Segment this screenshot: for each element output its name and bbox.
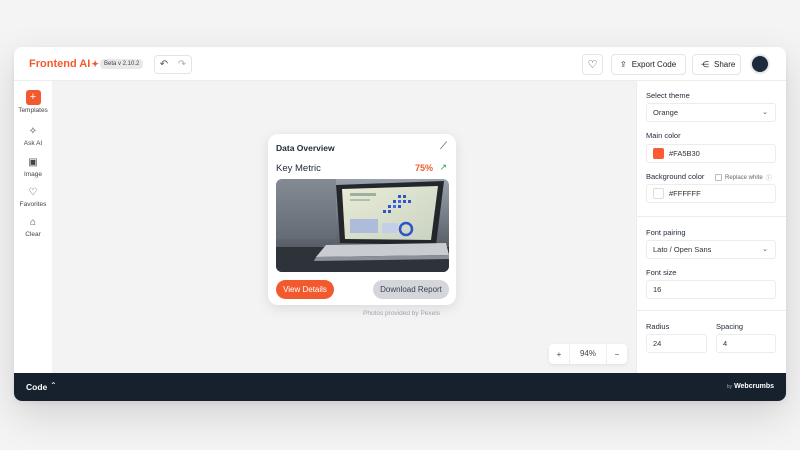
trend-up-icon: ↗ [439,162,447,172]
main-color-field[interactable]: #FA5B30 [646,144,776,163]
sidebar-item-ask-ai[interactable]: ✧ Ask AI [14,126,52,147]
replace-white-toggle[interactable]: Replace white ⓘ [715,173,772,182]
font-size-input[interactable]: 16 [646,280,776,299]
background-color-value: #FFFFFF [669,189,701,198]
panel-divider [637,216,786,217]
redo-icon[interactable]: ↷ [178,59,186,70]
font-size-label: Font size [646,268,677,277]
export-code-label: Export Code [631,60,677,69]
version-badge: Beta v 2.10.2 [100,59,144,69]
zoom-in-button[interactable]: + [549,350,569,359]
theme-select[interactable]: Orange ⌄ [646,103,776,122]
sidebar-item-favorites[interactable]: ♡ Favorites [14,187,52,208]
background-color-swatch[interactable] [653,187,664,199]
font-pairing-label: Font pairing [646,228,686,237]
laptop-illustration [276,179,449,272]
panel-divider [637,310,786,311]
brand-by: by [726,384,733,390]
code-toggle-label[interactable]: Code [26,382,47,392]
top-bar: Frontend AI✦ Beta v 2.10.2 ↶ ↷ ♡ ⇪ Expor… [14,47,786,81]
heart-icon: ♡ [28,187,38,198]
history-controls: ↶ ↷ [154,55,192,74]
chevron-down-icon: ⌄ [762,109,768,116]
laptop-photo [276,179,449,272]
main-color-label: Main color [646,131,681,140]
sidebar-item-image[interactable]: ▣ Image [14,157,52,178]
sidebar-item-clear[interactable]: ⌂ Clear [14,217,52,238]
chevron-up-icon[interactable]: ⌃ [50,381,57,390]
trash-icon: ⌂ [29,217,37,228]
main-color-value: #FA5B30 [669,149,700,158]
app-window: Frontend AI✦ Beta v 2.10.2 ↶ ↷ ♡ ⇪ Expor… [14,47,786,401]
logo-text: Frontend AI [29,58,91,70]
favorite-button[interactable]: ♡ [582,54,603,75]
radius-label: Radius [646,322,670,331]
chevron-down-icon: ⌄ [762,246,768,253]
download-report-button[interactable]: Download Report [373,280,449,299]
image-icon: ▣ [28,157,38,168]
theme-value: Orange [653,108,679,117]
heart-icon: ♡ [587,59,598,71]
theme-label: Select theme [646,91,690,100]
spacing-input[interactable]: 4 [716,334,776,353]
app-logo[interactable]: Frontend AI✦ [29,58,99,70]
photo-credit: Photos provided by Pexels [363,310,440,317]
spacing-label: Spacing [716,322,744,331]
export-code-button[interactable]: ⇪ Export Code [611,54,686,75]
plus-icon: + [25,90,41,105]
sidebar-item-templates[interactable]: + Templates [14,90,52,114]
background-color-label: Background color [646,172,705,181]
font-pairing-select[interactable]: Lato / Open Sans ⌄ [646,240,776,259]
share-label: Share [714,60,736,69]
share-icon: ⋲ [701,60,709,69]
card-title: Data Overview [276,143,335,153]
sidebar-item-label: Clear [25,231,41,238]
sidebar-item-label: Templates [18,107,48,114]
zoom-out-button[interactable]: − [607,350,627,359]
sidebar-item-label: Image [23,171,43,178]
preview-card[interactable]: Data Overview ⟋ Key Metric 75% ↗ View De… [268,134,456,305]
font-size-value: 16 [653,285,662,294]
settings-panel: Select theme Orange ⌄ Main color #FA5B30… [636,81,786,373]
share-button[interactable]: ⋲ Share [692,54,741,75]
replace-white-checkbox[interactable] [715,174,722,181]
zoom-control: + 94% − [549,344,627,364]
spacing-value: 4 [723,339,728,348]
zoom-level: 94% [569,344,607,364]
view-details-button[interactable]: View Details [276,280,334,299]
info-icon: ⓘ [765,176,772,182]
left-sidebar: + Templates ✧ Ask AI ▣ Image ♡ Favorites… [14,81,52,373]
main-color-swatch[interactable] [653,147,664,159]
trending-icon: ⟋ [440,141,447,152]
sparkles-icon: ✧ [28,126,38,137]
background-color-field[interactable]: #FFFFFF [646,184,776,203]
code-bar: Code ⌃ by Webcrumbs [14,373,786,401]
sidebar-item-label: Favorites [19,201,47,208]
replace-white-label: Replace white [725,174,763,181]
webcrumbs-logo: Webcrumbs [734,383,774,390]
sidebar-item-label: Ask AI [23,140,43,147]
metric-label: Key Metric [276,163,321,174]
font-pairing-value: Lato / Open Sans [653,245,712,254]
radius-value: 24 [653,339,662,348]
export-icon: ⇪ [620,60,627,69]
radius-input[interactable]: 24 [646,334,707,353]
metric-value: 75% [414,163,433,173]
undo-icon[interactable]: ↶ [160,59,168,70]
preview-canvas: Data Overview ⟋ Key Metric 75% ↗ View De… [52,81,636,373]
sparkle-icon: ✦ [91,59,99,69]
brand-credit: by Webcrumbs [727,383,774,390]
user-avatar[interactable] [750,54,770,74]
